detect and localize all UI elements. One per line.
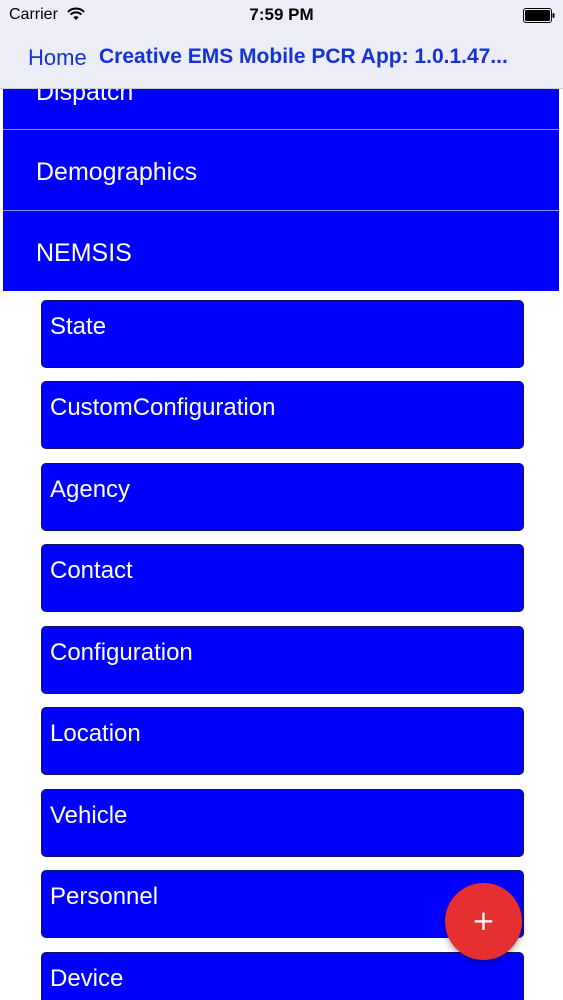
nemsis-item-label: Agency (50, 476, 131, 503)
status-time: 7:59 PM (249, 5, 314, 24)
nemsis-item-label: Contact (50, 557, 133, 584)
nemsis-item-configuration[interactable]: Configuration (41, 626, 524, 694)
section-label: NEMSIS (36, 239, 132, 267)
top-bar: Carrier 7:59 PM Home Creative EMS Mobile… (0, 0, 563, 89)
nemsis-item-contact[interactable]: Contact (41, 544, 524, 612)
nemsis-item-location[interactable]: Location (41, 707, 524, 775)
status-bar: Carrier 7:59 PM (0, 0, 563, 30)
nemsis-item-label: Configuration (50, 639, 193, 666)
navigation-bar: Home Creative EMS Mobile PCR App: 1.0.1.… (0, 36, 563, 80)
section-label: Demographics (36, 158, 198, 186)
section-list: Dispatch Demographics NEMSIS State Custo… (0, 0, 563, 1000)
nemsis-item-label: Personnel (50, 883, 159, 910)
nemsis-item-agency[interactable]: Agency (41, 463, 524, 531)
app-screen: Dispatch Demographics NEMSIS State Custo… (0, 0, 563, 1000)
nemsis-item-label: Location (50, 720, 141, 747)
nemsis-item-label: CustomConfiguration (50, 394, 276, 421)
nemsis-item-vehicle[interactable]: Vehicle (41, 789, 524, 857)
nemsis-item-label: Vehicle (50, 802, 128, 829)
section-row-demographics[interactable]: Demographics (3, 130, 559, 211)
nemsis-item-label: State (50, 313, 107, 340)
nemsis-item-state[interactable]: State (41, 300, 524, 368)
nemsis-item-label: Device (50, 965, 124, 992)
page-title: Creative EMS Mobile PCR App: 1.0.1.47... (99, 45, 508, 68)
add-button[interactable]: + (445, 883, 522, 960)
plus-icon: + (471, 904, 496, 937)
section-row-nemsis[interactable]: NEMSIS (3, 211, 559, 291)
nemsis-item-customconfiguration[interactable]: CustomConfiguration (41, 381, 524, 449)
battery-icon (523, 8, 555, 23)
home-back-button[interactable]: Home (28, 45, 87, 71)
